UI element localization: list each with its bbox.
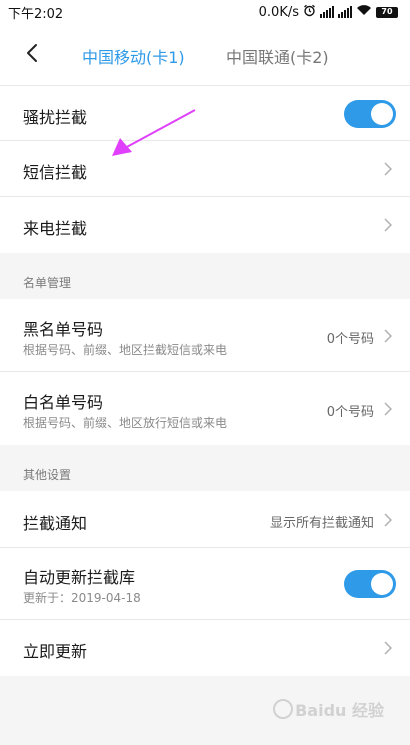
row-title: 自动更新拦截库	[23, 568, 136, 587]
blacklist-row[interactable]: 黑名单号码 根据号码、前缀、地区拦截短信或来电 0个号码	[0, 299, 410, 372]
chevron-right-icon	[382, 641, 394, 655]
auto-update-row[interactable]: 自动更新拦截库 更新于：2019-04-18	[0, 548, 410, 620]
row-value: 显示所有拦截通知	[269, 516, 374, 531]
row-title: 黑名单号码	[23, 320, 104, 339]
section-label: 其他设置	[23, 468, 72, 482]
row-subtitle: 更新于：2019-04-18	[23, 591, 141, 605]
chevron-right-icon	[382, 513, 394, 527]
tab-sim1[interactable]: 中国移动(卡1)	[82, 44, 185, 68]
auto-update-toggle[interactable]	[344, 570, 396, 598]
signal-icon	[338, 6, 352, 18]
section-header-other: 其他设置	[0, 445, 410, 491]
toggle-knob	[371, 573, 393, 595]
chevron-right-icon	[382, 329, 394, 343]
section-header-lists: 名单管理	[0, 253, 410, 299]
network-speed: 0.0K/s	[258, 4, 299, 20]
chevron-right-icon	[382, 218, 394, 232]
toggle-knob	[371, 103, 393, 125]
row-title: 拦截通知	[23, 514, 88, 533]
watermark: Baidu 经验	[273, 697, 384, 721]
whitelist-row[interactable]: 白名单号码 根据号码、前缀、地区放行短信或来电 0个号码	[0, 372, 410, 445]
status-time: 下午2:02	[8, 6, 64, 22]
battery-icon: 70	[376, 6, 398, 18]
row-title: 来电拦截	[23, 219, 88, 238]
harassment-block-toggle[interactable]	[344, 100, 396, 128]
block-notification-row[interactable]: 拦截通知 显示所有拦截通知	[0, 491, 410, 548]
section-label: 名单管理	[23, 276, 72, 290]
header-bar: 中国移动(卡1) 中国联通(卡2)	[0, 30, 410, 80]
chevron-right-icon	[382, 162, 394, 176]
signal-icon	[320, 6, 334, 18]
paw-icon	[273, 699, 294, 719]
status-icons: 0.0K/s 70	[259, 4, 398, 21]
watermark-text: Baidu 经验	[295, 701, 384, 720]
update-now-row[interactable]: 立即更新	[0, 620, 410, 676]
chevron-left-icon	[25, 43, 39, 67]
row-title: 白名单号码	[23, 393, 104, 412]
back-button[interactable]	[18, 41, 46, 69]
row-subtitle: 根据号码、前缀、地区拦截短信或来电	[23, 343, 228, 357]
row-value: 0个号码	[326, 405, 374, 420]
sms-block-row[interactable]: 短信拦截	[0, 141, 410, 197]
row-title: 立即更新	[23, 642, 88, 661]
row-title: 骚扰拦截	[23, 108, 88, 127]
alarm-icon	[303, 4, 316, 21]
harassment-block-row[interactable]: 骚扰拦截	[0, 85, 410, 141]
row-title: 短信拦截	[23, 163, 88, 182]
row-subtitle: 根据号码、前缀、地区放行短信或来电	[23, 416, 228, 430]
call-block-row[interactable]: 来电拦截	[0, 197, 410, 253]
row-value: 0个号码	[326, 332, 374, 347]
wifi-icon	[356, 4, 372, 20]
tab-sim2[interactable]: 中国联通(卡2)	[226, 44, 329, 68]
status-bar: 下午2:02 0.0K/s 70	[0, 0, 410, 24]
chevron-right-icon	[382, 402, 394, 416]
